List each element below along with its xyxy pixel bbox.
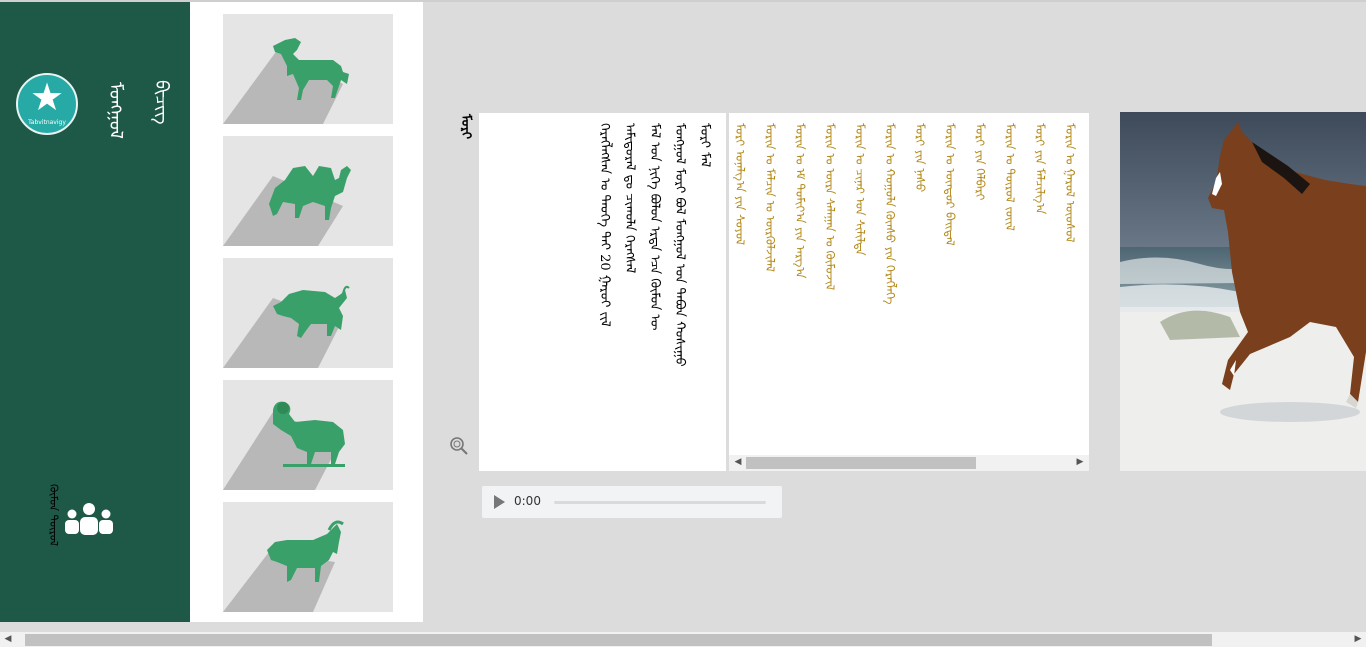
sidebar: ★ Tabvitnavigy ᠮᠣᠩᠭᠣᠯ ᠪᠢᠴᠢᠭ ᠬᠦᠮᠦᠨ ᠲᠥᠷᠥᠯ bbox=[0, 2, 190, 622]
animal-list bbox=[190, 2, 423, 622]
horse-photo bbox=[1120, 112, 1366, 471]
text-column: ᠠᠮᠢᠳᠤᠷᠠᠯ ᠳᠤ ᠴᠢᠬᠤᠯᠠ ᠬᠡᠷᠡᠭᠰᠡᠯ bbox=[622, 123, 637, 274]
animal-tile-cattle[interactable] bbox=[223, 258, 393, 368]
star-icon: ★ bbox=[29, 75, 65, 119]
topic-item[interactable]: ᠮᠣᠷᠢᠨ ᠤ ᠬᠣᠭᠣᠯᠠ ᠬᠦᠨᠰᠦ ᠶᠢᠨ ᠬᠡᠷᠡᠭᠯᠡᠭᠡ bbox=[880, 123, 899, 453]
logo[interactable]: ★ Tabvitnavigy bbox=[16, 73, 78, 135]
brand-word-2: ᠪᠢᠴᠢᠭ bbox=[151, 80, 172, 125]
animal-tile-goat[interactable] bbox=[223, 502, 393, 612]
text-column: ᠮᠣᠩᠭᠣᠯ ᠮᠣᠷᠢ ᠪᠣᠯ ᠮᠣᠩᠭᠣᠯ ᠤᠨ ᠲᠠᠪᠤᠨ ᠬᠣᠰᠢᠭᠤ bbox=[672, 123, 687, 367]
animal-tile-sheep[interactable] bbox=[223, 380, 393, 490]
magnifier-icon[interactable] bbox=[449, 436, 469, 456]
page-scrollbar-thumb[interactable] bbox=[25, 634, 1212, 646]
page-scrollbar[interactable]: ◀ ▶ bbox=[0, 632, 1366, 647]
play-icon[interactable] bbox=[494, 495, 505, 509]
topic-item[interactable]: ᠮᠣᠷᠢᠨ ᠤ ᠡᠮ ᠲᠣᠮᠢᠶ᠎ᠠ ᠶᠢᠨ ᠠᠷᠭ᠎ᠠ bbox=[790, 123, 809, 453]
page-title: ᠮᠣᠷᠢ bbox=[458, 114, 473, 140]
topic-item[interactable]: ᠮᠣᠷᠢ ᠶᠢᠨ ᠬᠡᠯᠪᠡᠷᠢ bbox=[970, 123, 989, 453]
audio-time: 0:00 bbox=[514, 494, 541, 508]
topic-item[interactable]: ᠮᠣᠷᠢᠨ ᠤ ᠲᠥᠷᠥᠯ ᠵᠦᠢᠯ bbox=[1000, 123, 1019, 453]
topic-list-scrollbar[interactable]: ◀ ▶ bbox=[729, 455, 1089, 471]
goat-icon bbox=[223, 520, 344, 612]
topic-list: ᠮᠣᠷᠢᠨ ᠤ ᠭᠠᠷᠤᠯ ᠦᠦᠰᠦᠯ ᠮᠣᠷᠢ ᠶᠢᠨ ᠮᠠᠯᠴᠢᠯᠭ᠎ᠠ ᠮ… bbox=[729, 113, 1089, 471]
description-panel: ᠮᠣᠷᠢ ᠮᠠᠯ ᠮᠣᠩᠭᠣᠯ ᠮᠣᠷᠢ ᠪᠣᠯ ᠮᠣᠩᠭᠣᠯ ᠤᠨ ᠲᠠᠪᠤᠨ… bbox=[479, 113, 726, 471]
description-text: ᠮᠣᠷᠢ ᠮᠠᠯ ᠮᠣᠩᠭᠣᠯ ᠮᠣᠷᠢ ᠪᠣᠯ ᠮᠣᠩᠭᠣᠯ ᠤᠨ ᠲᠠᠪᠤᠨ… bbox=[595, 123, 714, 463]
scroll-right-arrow-icon[interactable]: ▶ bbox=[1352, 634, 1364, 644]
app-window: ★ Tabvitnavigy ᠮᠣᠩᠭᠣᠯ ᠪᠢᠴᠢᠭ ᠬᠦᠮᠦᠨ ᠲᠥᠷᠥᠯ bbox=[0, 0, 1366, 647]
animal-tile-horse[interactable] bbox=[223, 14, 393, 124]
scroll-left-arrow-icon[interactable]: ◀ bbox=[732, 457, 744, 467]
audio-player: 0:00 bbox=[482, 486, 782, 518]
topic-item[interactable]: ᠮᠣᠷᠢᠨ ᠤ ᠴᠢᠨᠠᠷ ᠤᠨ ᠰᠢᠯᠢᠯᠲᠡ bbox=[850, 123, 869, 453]
text-column: ᠮᠠᠯ ᠤᠨ ᠨᠢᠭᠡ ᠪᠣᠯᠤᠨ ᠡᠷᠲᠡ ᠡᠴᠡ ᠬᠦᠮᠦᠨ ᠦ bbox=[647, 123, 662, 331]
text-column: ᠮᠣᠷᠢ ᠮᠠᠯ bbox=[697, 123, 712, 168]
horse-icon bbox=[223, 38, 349, 124]
brand-word-1: ᠮᠣᠩᠭᠣᠯ bbox=[105, 82, 126, 139]
people-icon[interactable] bbox=[63, 502, 115, 536]
animal-tile-camel[interactable] bbox=[223, 136, 393, 246]
logo-text: Tabvitnavigy bbox=[28, 119, 66, 126]
scroll-left-arrow-icon[interactable]: ◀ bbox=[2, 634, 14, 644]
topic-item[interactable]: ᠮᠣᠷᠢ ᠶᠢᠨ ᠨᠠᠰᠤ bbox=[910, 123, 929, 453]
topic-item[interactable]: ᠮᠣᠷᠢ ᠶᠢᠨ ᠮᠠᠯᠴᠢᠯᠭ᠎ᠠ bbox=[1030, 123, 1049, 453]
people-label[interactable]: ᠬᠦᠮᠦᠨ ᠲᠥᠷᠥᠯ bbox=[44, 484, 63, 564]
topic-item[interactable]: ᠮᠣᠷᠢᠨ ᠤ ᠭᠠᠷᠤᠯ ᠦᠦᠰᠦᠯ bbox=[1060, 123, 1079, 453]
ram-icon bbox=[223, 401, 345, 490]
audio-progress-track[interactable] bbox=[554, 501, 766, 504]
topic-item[interactable]: ᠮᠣᠷᠢᠨ ᠤ ᠦᠷᠡ ᠰᠠᠯᠠᠭᠠᠨ ᠤ ᠬᠦᠮᠦᠵᠢᠯ bbox=[820, 123, 839, 453]
camel-icon bbox=[223, 166, 351, 246]
bull-icon bbox=[223, 285, 350, 368]
topic-item[interactable]: ᠮᠣᠷᠢᠨ ᠤ ᠦᠨᠳᠦᠷ ᠪᠠᠢᠳᠠᠯ bbox=[940, 123, 959, 453]
scrollbar-thumb[interactable] bbox=[746, 457, 976, 469]
topic-item[interactable]: ᠮᠣᠷᠢᠨ ᠤ ᠮᠠᠯᠴᠢᠨ ᠤ ᠦᠷᠭᠦᠯᠵᠢᠯᠡᠯ bbox=[760, 123, 779, 453]
scroll-right-arrow-icon[interactable]: ▶ bbox=[1074, 457, 1086, 467]
topic-item[interactable]: ᠮᠣᠷᠢ ᠤᠨᠠᠯᠭ᠎ᠠ ᠶᠢᠨ ᠰᠣᠶᠣᠯ bbox=[730, 123, 749, 453]
text-column: ᠬᠡᠷᠡᠭᠯᠡᠭᠰᠡᠨ ᠤ ᠲᠡᠦᠬᠡ ᠲᠠᠢ 20 ᠭᠠᠷᠤᠢ ᠵᠢᠯ bbox=[597, 123, 612, 327]
